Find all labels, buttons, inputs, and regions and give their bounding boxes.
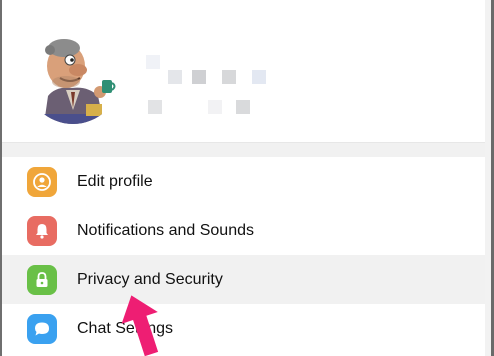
chat-bubble-icon <box>35 322 49 335</box>
menu-item-privacy-security[interactable]: Privacy and Security <box>2 255 485 304</box>
lock-icon <box>36 271 48 287</box>
blurred-name-pixel <box>192 70 206 84</box>
menu-label-chat-settings: Chat Settings <box>77 319 174 337</box>
user-icon <box>33 172 51 191</box>
blurred-name-pixel <box>252 70 266 84</box>
blurred-name-pixel <box>146 55 160 69</box>
menu-label-privacy-security: Privacy and Security <box>77 270 223 288</box>
blurred-name-pixel <box>222 70 236 84</box>
menu-icon-chat-settings <box>27 313 57 344</box>
bell-icon <box>36 223 48 239</box>
profile-avatar[interactable] <box>26 30 120 124</box>
blurred-name-pixel <box>208 100 222 114</box>
menu-icon-edit-profile <box>27 166 57 197</box>
menu-item-chat-settings[interactable]: Chat Settings <box>2 304 485 353</box>
avatar-cartoon-icon <box>36 39 116 124</box>
blurred-name-pixel <box>148 100 162 114</box>
menu-icon-notifications <box>27 215 57 246</box>
menu-icon-privacy-security <box>27 264 57 295</box>
menu-label-notifications: Notifications and Sounds <box>77 221 254 239</box>
blurred-name-pixel <box>236 100 250 114</box>
menu-item-notifications[interactable]: Notifications and Sounds <box>2 206 485 255</box>
scrollbar-track[interactable] <box>485 0 491 356</box>
menu-item-edit-profile[interactable]: Edit profile <box>2 157 485 206</box>
settings-menu: Edit profile Notifications and Sounds Pr… <box>2 157 485 353</box>
section-separator <box>2 142 485 157</box>
profile-header <box>2 0 485 142</box>
menu-label-edit-profile: Edit profile <box>77 172 153 190</box>
blurred-name-pixel <box>168 70 182 84</box>
